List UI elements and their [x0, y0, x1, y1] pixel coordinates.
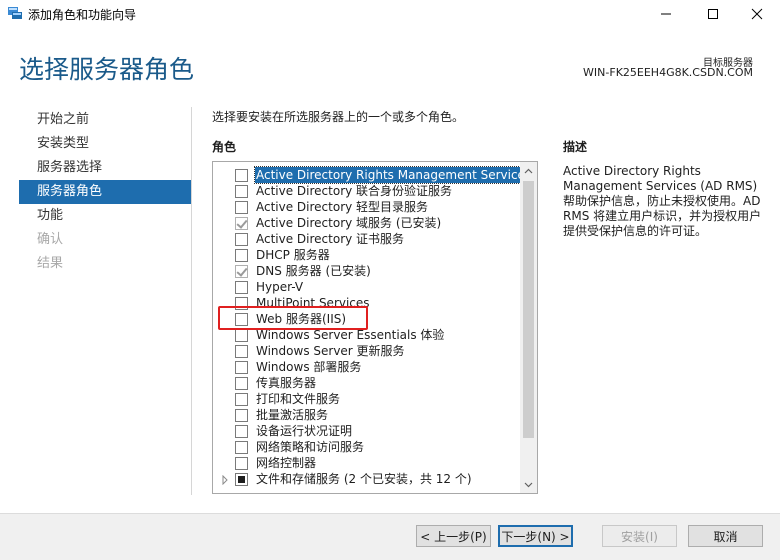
role-checkbox[interactable]: [235, 281, 248, 294]
role-item-dhcp[interactable]: DHCP 服务器: [213, 247, 521, 263]
roles-heading: 角色: [212, 140, 237, 154]
role-item-web-server-iis[interactable]: Web 服务器(IIS): [213, 311, 521, 327]
role-checkbox[interactable]: [235, 297, 248, 310]
nav-divider: [191, 107, 192, 495]
nav-step-features[interactable]: 功能: [19, 204, 191, 228]
role-label[interactable]: MultiPoint Services: [255, 295, 371, 311]
maximize-icon[interactable]: [690, 0, 736, 28]
instruction-text: 选择要安装在所选服务器上的一个或多个角色。: [212, 110, 465, 124]
role-item-multipoint[interactable]: MultiPoint Services: [213, 295, 521, 311]
cancel-button[interactable]: 取消: [688, 525, 763, 547]
role-label[interactable]: Windows Server 更新服务: [255, 343, 406, 359]
role-checkbox[interactable]: [235, 169, 248, 182]
role-item-ad-fs[interactable]: Active Directory 联合身份验证服务: [213, 183, 521, 199]
role-checkbox[interactable]: [235, 233, 248, 246]
role-label[interactable]: DHCP 服务器: [255, 247, 331, 263]
nav-step-confirmation: 确认: [37, 232, 64, 247]
roles-list-scrollbar[interactable]: [520, 162, 537, 493]
nav-step-server-selection[interactable]: 服务器选择: [19, 156, 191, 180]
role-item-nps[interactable]: 网络策略和访问服务: [213, 439, 521, 455]
role-checkbox[interactable]: [235, 329, 248, 342]
role-item-ad-lds[interactable]: Active Directory 轻型目录服务: [213, 199, 521, 215]
role-checkbox-checked: [235, 265, 248, 278]
expand-arrow-icon[interactable]: [221, 474, 229, 486]
role-checkbox[interactable]: [235, 201, 248, 214]
role-label[interactable]: Web 服务器(IIS): [255, 311, 347, 327]
role-item-wds[interactable]: Windows 部署服务: [213, 359, 521, 375]
role-item-file-storage[interactable]: 文件和存储服务 (2 个已安装，共 12 个): [213, 471, 521, 487]
role-label[interactable]: Windows Server Essentials 体验: [255, 327, 445, 343]
role-label[interactable]: Active Directory 证书服务: [255, 231, 405, 247]
install-button: 安装(I): [602, 525, 677, 547]
role-item-device-health[interactable]: 设备运行状况证明: [213, 423, 521, 439]
role-label[interactable]: 文件和存储服务 (2 个已安装，共 12 个): [255, 471, 473, 487]
role-label[interactable]: 设备运行状况证明: [255, 423, 353, 439]
role-label[interactable]: DNS 服务器 (已安装): [255, 263, 372, 279]
role-checkbox-checked: [235, 217, 248, 230]
role-checkbox[interactable]: [235, 457, 248, 470]
wizard-steps-nav: 开始之前 安装类型 服务器选择 服务器角色 功能 确认 结果: [19, 108, 191, 276]
close-icon[interactable]: [734, 0, 780, 28]
page-title: 选择服务器角色: [19, 55, 195, 84]
role-checkbox-partial[interactable]: [235, 473, 248, 486]
role-item-volume-activation[interactable]: 批量激活服务: [213, 407, 521, 423]
scrollbar-thumb[interactable]: [523, 181, 534, 438]
scroll-down-icon[interactable]: [520, 476, 537, 493]
role-item-dns[interactable]: DNS 服务器 (已安装): [213, 263, 521, 279]
role-checkbox[interactable]: [235, 249, 248, 262]
role-label[interactable]: 批量激活服务: [255, 407, 329, 423]
role-checkbox[interactable]: [235, 393, 248, 406]
role-item-wsus[interactable]: Windows Server 更新服务: [213, 343, 521, 359]
role-item-fax[interactable]: 传真服务器: [213, 375, 521, 391]
roles-list-items: Active Directory Rights Management Servi…: [213, 166, 534, 487]
scroll-up-icon[interactable]: [520, 162, 537, 179]
roles-list[interactable]: Active Directory Rights Management Servi…: [212, 161, 538, 494]
role-checkbox[interactable]: [235, 441, 248, 454]
role-label[interactable]: 网络策略和访问服务: [255, 439, 365, 455]
role-checkbox[interactable]: [235, 409, 248, 422]
role-checkbox[interactable]: [235, 361, 248, 374]
role-label[interactable]: Active Directory 域服务 (已安装): [255, 215, 442, 231]
window-title: 添加角色和功能向导: [28, 8, 137, 22]
role-item-network-controller[interactable]: 网络控制器: [213, 455, 521, 471]
next-button[interactable]: 下一步(N) >: [498, 525, 573, 547]
role-checkbox[interactable]: [235, 313, 248, 326]
nav-step-results: 结果: [37, 256, 64, 271]
role-checkbox[interactable]: [235, 345, 248, 358]
role-label[interactable]: Active Directory 轻型目录服务: [255, 199, 429, 215]
role-label[interactable]: 打印和文件服务: [255, 391, 341, 407]
role-item-wse[interactable]: Windows Server Essentials 体验: [213, 327, 521, 343]
description-text: Active Directory Rights Management Servi…: [563, 164, 762, 238]
role-label[interactable]: 传真服务器: [255, 375, 317, 391]
nav-step-before-you-begin[interactable]: 开始之前: [19, 108, 191, 132]
server-manager-icon: [7, 6, 23, 20]
role-checkbox[interactable]: [235, 185, 248, 198]
description-heading: 描述: [563, 140, 588, 154]
role-item-hyper-v[interactable]: Hyper-V: [213, 279, 521, 295]
nav-step-server-roles[interactable]: 服务器角色: [19, 180, 191, 204]
role-label[interactable]: Windows 部署服务: [255, 359, 362, 375]
previous-button[interactable]: < 上一步(P): [416, 525, 491, 547]
title-bar: 添加角色和功能向导: [0, 0, 780, 28]
role-item-ad-ds[interactable]: Active Directory 域服务 (已安装): [213, 215, 521, 231]
role-item-print-file[interactable]: 打印和文件服务: [213, 391, 521, 407]
nav-step-installation-type[interactable]: 安装类型: [19, 132, 191, 156]
role-item-ad-cs[interactable]: Active Directory 证书服务: [213, 231, 521, 247]
role-item-ad-rms[interactable]: Active Directory Rights Management Servi…: [213, 166, 534, 184]
minimize-icon[interactable]: [643, 0, 689, 28]
role-label[interactable]: Active Directory Rights Management Servi…: [253, 166, 534, 184]
role-label[interactable]: 网络控制器: [255, 455, 317, 471]
role-label[interactable]: Hyper-V: [255, 279, 304, 295]
role-label[interactable]: Active Directory 联合身份验证服务: [255, 183, 453, 199]
role-checkbox[interactable]: [235, 425, 248, 438]
role-checkbox[interactable]: [235, 377, 248, 390]
target-server-name: WIN-FK25EEH4G8K.CSDN.COM: [583, 66, 753, 79]
